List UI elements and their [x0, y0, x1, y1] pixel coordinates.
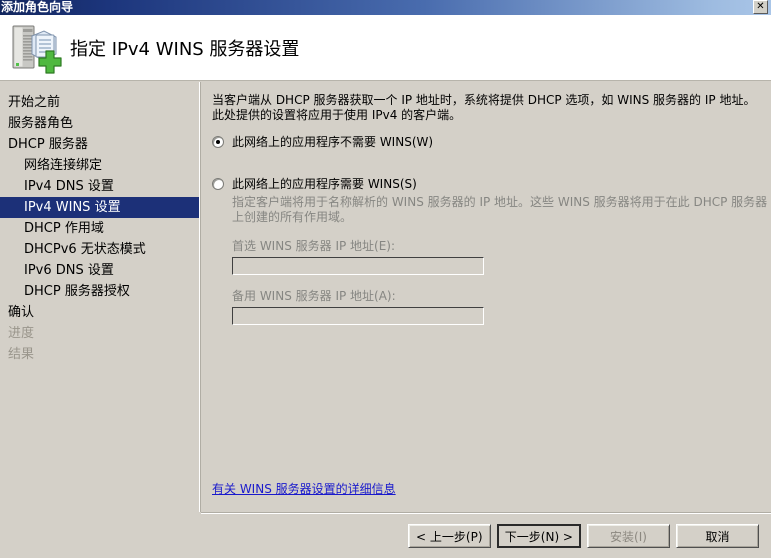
preferred-wins-input[interactable] — [232, 257, 484, 275]
sidebar-item-dhcpv6-stateless-mode[interactable]: DHCPv6 无状态模式 — [0, 239, 199, 260]
radio-wins-not-required-label: 此网络上的应用程序不需要 WINS(W) — [232, 135, 434, 149]
wizard-steps-sidebar: 开始之前 服务器角色 DHCP 服务器 网络连接绑定 IPv4 DNS 设置 I… — [0, 82, 199, 558]
wins-required-option[interactable]: 此网络上的应用程序需要 WINS(S) — [212, 177, 763, 191]
sidebar-item-dhcp-server-authorization[interactable]: DHCP 服务器授权 — [0, 281, 199, 302]
sidebar-item-ipv4-wins-settings[interactable]: IPv4 WINS 设置 — [0, 197, 199, 218]
wizard-header: 指定 IPv4 WINS 服务器设置 — [0, 15, 771, 81]
sidebar-item-server-roles[interactable]: 服务器角色 — [0, 113, 199, 134]
preferred-wins-field-group: 首选 WINS 服务器 IP 地址(E): — [232, 237, 763, 275]
sidebar-item-dhcp-scopes[interactable]: DHCP 作用域 — [0, 218, 199, 239]
cancel-button[interactable]: 取消 — [676, 524, 759, 548]
next-button[interactable]: 下一步(N) > — [496, 524, 581, 548]
wins-required-description: 指定客户端将用于名称解析的 WINS 服务器的 IP 地址。这些 WINS 服务… — [232, 195, 768, 224]
add-roles-wizard-dialog: 添加角色向导 ✕ 指定 IPv4 WINS 服务器设置 开始之前 服务器角色 D… — [0, 0, 771, 558]
alternate-wins-input[interactable] — [232, 307, 484, 325]
intro-text: 当客户端从 DHCP 服务器获取一个 IP 地址时，系统将提供 DHCP 选项，… — [212, 93, 756, 122]
sidebar-item-progress: 进度 — [8, 326, 35, 341]
sidebar-item-before-you-begin[interactable]: 开始之前 — [0, 92, 199, 113]
page-title: 指定 IPv4 WINS 服务器设置 — [70, 38, 300, 60]
alternate-wins-label: 备用 WINS 服务器 IP 地址(A): — [232, 289, 396, 303]
main-content-panel: 当客户端从 DHCP 服务器获取一个 IP 地址时，系统将提供 DHCP 选项，… — [201, 82, 771, 512]
sidebar-item-network-bindings[interactable]: 网络连接绑定 — [0, 155, 199, 176]
sidebar-item-ipv6-dns-settings[interactable]: IPv6 DNS 设置 — [0, 260, 199, 281]
sidebar-item-results: 结果 — [8, 347, 35, 362]
server-add-icon — [6, 20, 62, 76]
alternate-wins-field-group: 备用 WINS 服务器 IP 地址(A): — [232, 287, 763, 325]
wizard-footer: < 上一步(P) 下一步(N) > 安装(I) 取消 — [201, 514, 771, 558]
window-title: 添加角色向导 — [1, 0, 74, 14]
radio-wins-required-label: 此网络上的应用程序需要 WINS(S) — [232, 177, 417, 191]
close-icon[interactable]: ✕ — [753, 0, 768, 14]
sidebar-item-ipv4-dns-settings[interactable]: IPv4 DNS 设置 — [0, 176, 199, 197]
previous-button[interactable]: < 上一步(P) — [407, 524, 491, 548]
wins-not-required-option[interactable]: 此网络上的应用程序不需要 WINS(W) — [212, 135, 763, 149]
install-button: 安装(I) — [587, 524, 670, 548]
wins-help-link[interactable]: 有关 WINS 服务器设置的详细信息 — [212, 480, 396, 497]
sidebar-item-dhcp-server[interactable]: DHCP 服务器 — [0, 134, 199, 155]
radio-wins-not-required[interactable] — [212, 136, 224, 148]
radio-wins-required[interactable] — [212, 178, 224, 190]
sidebar-item-confirmation[interactable]: 确认 — [0, 302, 199, 323]
window-titlebar: 添加角色向导 ✕ — [0, 0, 771, 15]
preferred-wins-label: 首选 WINS 服务器 IP 地址(E): — [232, 239, 396, 253]
